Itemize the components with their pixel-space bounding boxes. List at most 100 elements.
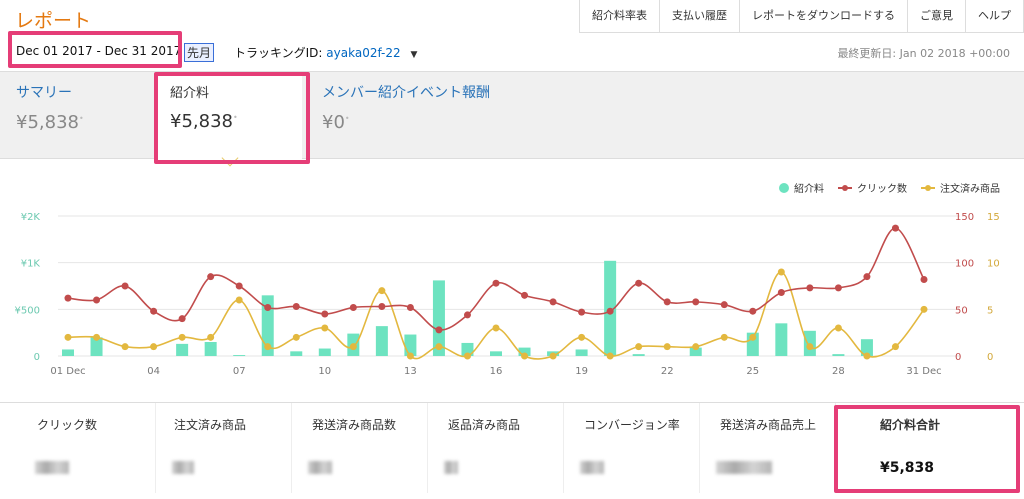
clicks-point	[806, 284, 814, 292]
clicks-point	[207, 273, 215, 281]
chart-area: 紹介料 クリック数 注文済み商品 0 ¥500 ¥1K ¥2K 0 50 100 150 0 5 1…	[0, 160, 1024, 402]
highlight-fee-tile	[154, 72, 310, 164]
stat-shipped-label: 発送済み商品数	[312, 418, 397, 432]
clicks-point	[635, 279, 643, 287]
clicks-point	[378, 303, 386, 311]
orders-point	[264, 343, 272, 351]
stat-shipped-sales-label: 発送済み商品売上	[720, 418, 817, 432]
bar-fee	[290, 351, 303, 356]
right-axis-clicks-tick-label: 0	[955, 352, 961, 363]
x-axis-tick-label: 19	[575, 366, 588, 377]
x-axis-tick-label: 04	[147, 366, 160, 377]
chart-svg: 0 ¥500 ¥1K ¥2K 0 50 100 150 0 5 10 15 01 Dec 04 07 10 13…	[15, 212, 1000, 377]
link-payment-history[interactable]: 支払い履歴	[660, 0, 740, 33]
link-help[interactable]: ヘルプ	[966, 0, 1024, 33]
orders-point	[663, 343, 671, 351]
stat-shipped-blurred	[308, 461, 332, 474]
bar-fee	[375, 326, 388, 356]
bar-fee	[62, 349, 74, 356]
clicks-point	[578, 308, 586, 316]
orders-point	[863, 352, 871, 360]
link-download-report[interactable]: レポートをダウンロードする	[740, 0, 908, 33]
tile-referral-bonus-value: ¥0•	[322, 112, 350, 133]
orders-point	[806, 343, 814, 351]
orders-point	[777, 268, 785, 276]
tile-summary[interactable]: サマリー ¥5,838•	[0, 72, 150, 159]
left-axis-tick-label: ¥500	[15, 305, 40, 316]
orders-point	[321, 324, 329, 332]
stat-shipped: 発送済み商品数	[292, 403, 428, 493]
orders-point	[834, 324, 842, 332]
right-axis-orders-tick-label: 10	[987, 259, 1000, 270]
orders-point	[492, 324, 500, 332]
bar-fee	[575, 349, 588, 356]
clicks-point	[834, 284, 842, 292]
left-axis-tick-label: ¥2K	[21, 212, 41, 223]
clicks-point	[521, 291, 529, 299]
orders-point	[121, 343, 129, 351]
highlight-fee-total	[834, 405, 1020, 493]
tracking-id-select[interactable]: トラッキングID: ayaka02f-22 ▼	[234, 44, 417, 61]
clicks-point	[549, 298, 557, 306]
tracking-id-value: ayaka02f-22	[326, 46, 401, 60]
bar-fee	[318, 348, 331, 356]
clicks-point	[321, 310, 329, 318]
clicks-point	[93, 296, 101, 304]
stat-shipped-sales: 発送済み商品売上	[700, 403, 836, 493]
clicks-point	[663, 298, 671, 306]
left-axis-tick-label: ¥1K	[21, 259, 41, 270]
stat-orders-blurred	[172, 461, 194, 474]
tile-referral-bonus[interactable]: メンバー紹介イベント報酬 ¥0•	[310, 72, 550, 159]
orders-point	[521, 352, 529, 360]
bar-fee	[204, 342, 217, 356]
orders-point	[749, 333, 757, 341]
bar-fee	[490, 351, 502, 356]
orders-point	[435, 343, 443, 351]
x-axis-tick-label: 22	[661, 366, 674, 377]
stat-conversion-label: コンバージョン率	[584, 418, 680, 432]
clicks-point	[891, 224, 899, 232]
bar-fee	[176, 343, 189, 356]
right-axis-orders-tick-label: 0	[987, 352, 993, 363]
bar-fee	[632, 354, 645, 356]
clicks-point	[920, 275, 928, 283]
orders-point	[606, 352, 614, 360]
caret-down-icon: ▼	[410, 50, 418, 60]
clicks-point	[349, 303, 357, 311]
right-axis-clicks-tick-label: 50	[955, 305, 968, 316]
stat-returns-label: 返品済み商品	[448, 418, 521, 432]
orders-point	[64, 333, 72, 341]
clicks-point	[121, 282, 129, 290]
orders-point	[692, 343, 700, 351]
stat-orders: 注文済み商品	[156, 403, 292, 493]
right-axis-clicks-tick-label: 100	[955, 259, 974, 270]
period-select[interactable]: 先月	[184, 43, 215, 62]
right-axis-orders-tick-label: 15	[987, 212, 1000, 223]
orders-point	[178, 333, 186, 341]
x-axis-tick-label: 01 Dec	[50, 366, 85, 377]
clicks-point	[749, 307, 757, 315]
link-commission-rates[interactable]: 紹介料率表	[580, 0, 660, 33]
highlight-date-range	[8, 31, 182, 68]
page-title: レポート	[15, 10, 92, 32]
bar-fee	[233, 355, 246, 356]
orders-point	[349, 343, 357, 351]
orders-point	[920, 305, 928, 313]
stat-conversion-blurred	[580, 461, 604, 474]
x-axis-tick-label: 28	[832, 366, 845, 377]
orders-point	[378, 287, 386, 295]
orders-point	[549, 352, 557, 360]
clicks-line	[67, 227, 925, 331]
stat-conversion: コンバージョン率	[564, 403, 700, 493]
orders-point	[578, 333, 586, 341]
orders-point	[463, 352, 471, 360]
clicks-point	[64, 294, 72, 302]
tracking-label: トラッキングID:	[234, 46, 323, 60]
link-feedback[interactable]: ご意見	[908, 0, 966, 33]
clicks-point	[777, 289, 785, 297]
x-axis-tick-label: 10	[318, 366, 331, 377]
stat-shipped-sales-blurred	[716, 461, 772, 474]
tile-referral-bonus-label: メンバー紹介イベント報酬	[322, 85, 490, 101]
clicks-point	[235, 282, 243, 290]
bar-fee	[775, 323, 788, 356]
